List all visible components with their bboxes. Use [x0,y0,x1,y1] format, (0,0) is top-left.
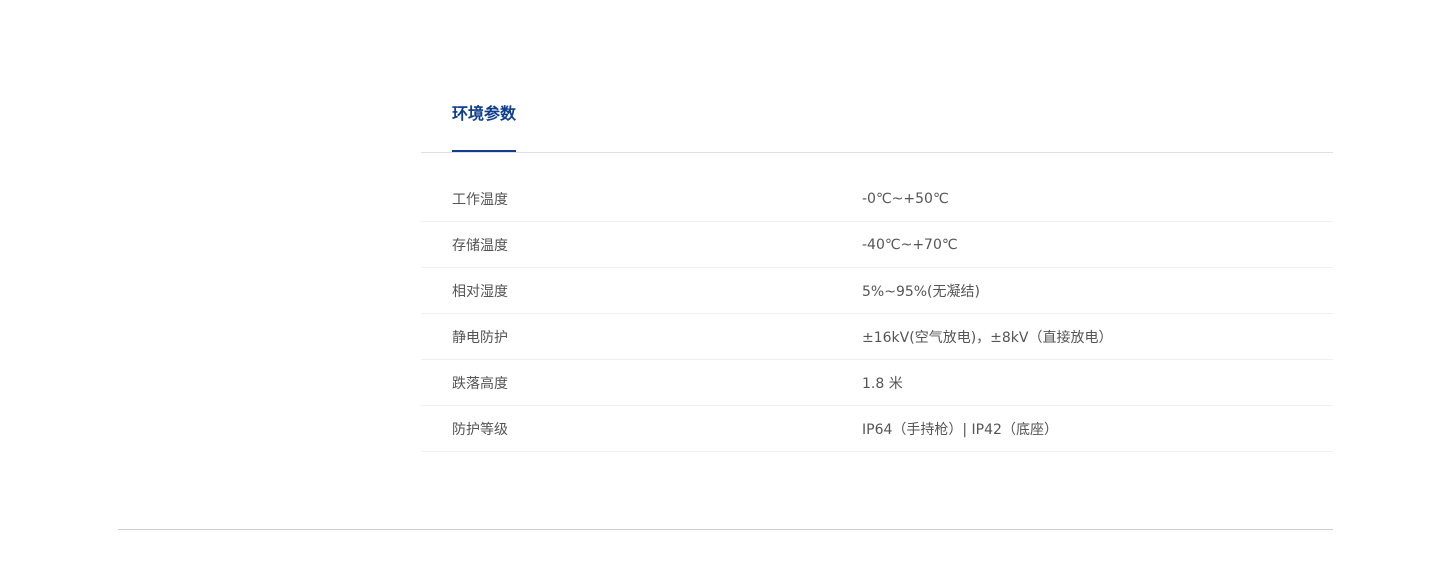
spec-label-esd-protection: 静电防护 [452,329,508,346]
table-row: 相对湿度 5%~95%(无凝结) [421,268,1333,314]
spec-value-esd-protection: ±16kV(空气放电)，±8kV（直接放电） [862,329,1113,346]
spec-label-relative-humidity: 相对湿度 [452,283,508,300]
spec-label-protection-rating: 防护等级 [452,421,508,438]
table-row: 跌落高度 1.8 米 [421,360,1333,406]
table-row: 存储温度 -40℃~+70℃ [421,222,1333,268]
spec-label-storage-temperature: 存储温度 [452,237,508,254]
footer-divider [118,529,1333,530]
spec-label-operating-temperature: 工作温度 [452,191,508,208]
spec-value-relative-humidity: 5%~95%(无凝结) [862,283,980,300]
spec-value-protection-rating: IP64（手持枪）| IP42（底座） [862,421,1058,438]
spec-label-drop-height: 跌落高度 [452,375,508,392]
table-row: 静电防护 ±16kV(空气放电)，±8kV（直接放电） [421,314,1333,360]
table-row: 防护等级 IP64（手持枪）| IP42（底座） [421,406,1333,452]
spec-value-drop-height: 1.8 米 [862,375,903,392]
environment-spec-section: 环境参数 工作温度 -0℃~+50℃ 存储温度 -40℃~+70℃ 相对湿度 5… [421,0,1333,452]
spec-table: 工作温度 -0℃~+50℃ 存储温度 -40℃~+70℃ 相对湿度 5%~95%… [421,176,1333,452]
table-row: 工作温度 -0℃~+50℃ [421,176,1333,222]
tab-header: 环境参数 [421,0,1333,153]
spec-value-storage-temperature: -40℃~+70℃ [862,236,958,253]
spec-value-operating-temperature: -0℃~+50℃ [862,190,949,207]
tab-environment-params[interactable]: 环境参数 [452,102,517,152]
